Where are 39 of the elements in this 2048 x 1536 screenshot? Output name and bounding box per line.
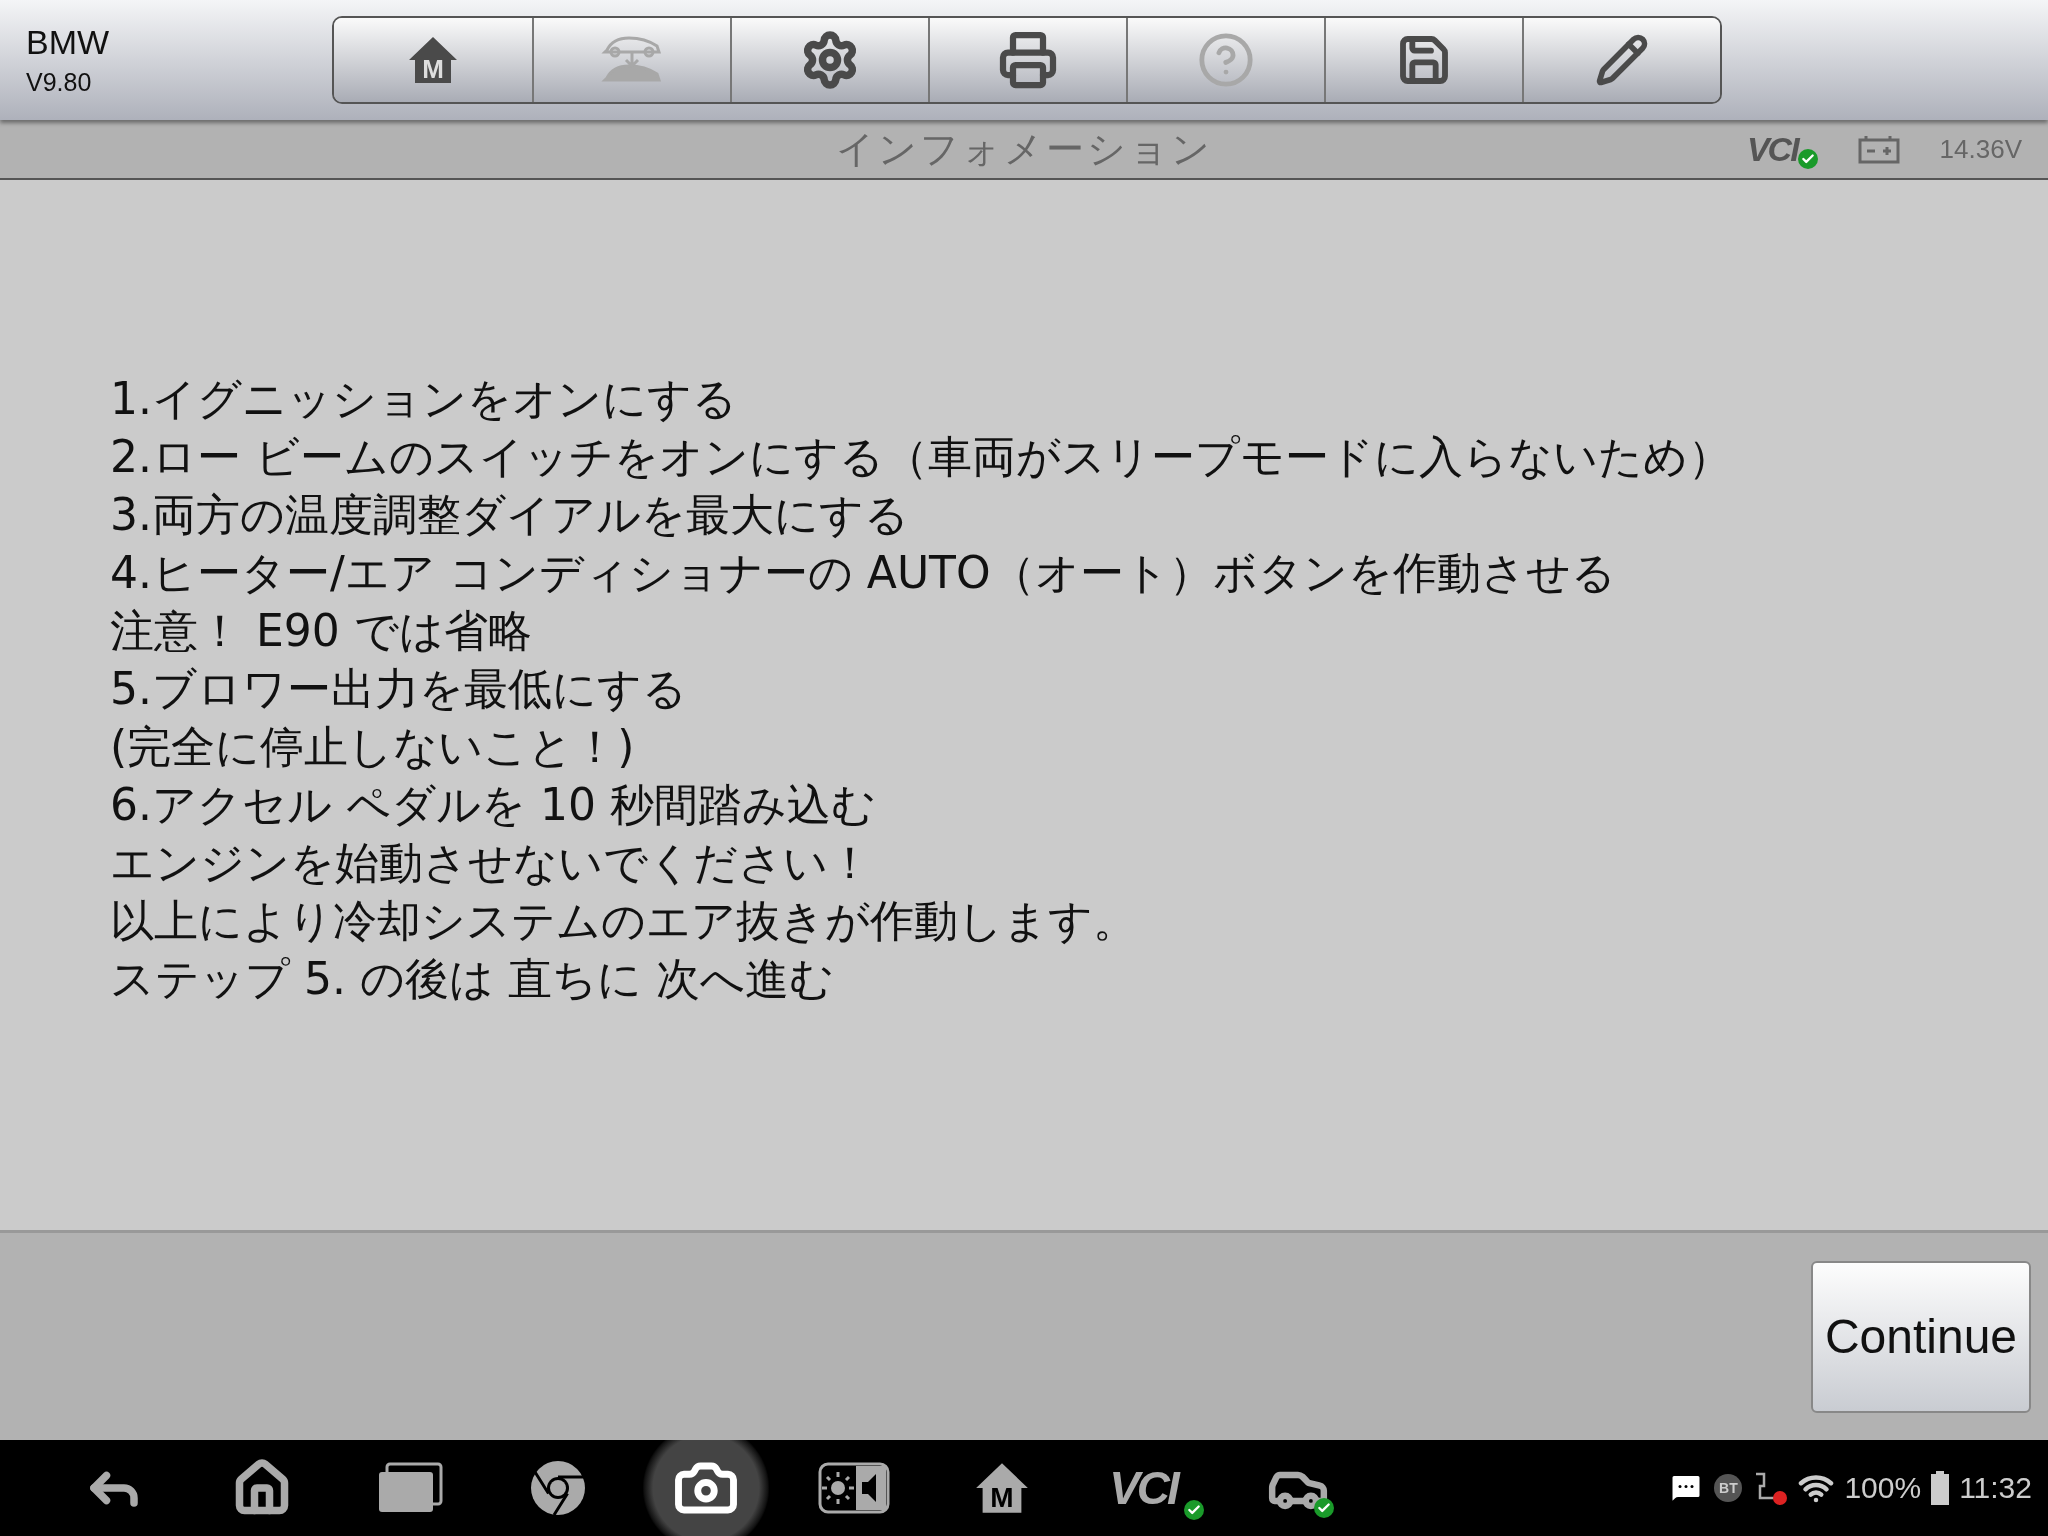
page-title: インフォメーション: [835, 126, 1213, 172]
instruction-line: ステップ 5. の後は 直ちに 次へ進む: [110, 952, 835, 1006]
nav-button[interactable]: VCI: [1076, 1440, 1224, 1536]
toolbar-button[interactable]: [730, 18, 928, 102]
bluetooth-badge: BT: [1714, 1474, 1743, 1502]
home-icon: M: [407, 34, 459, 86]
version-label: V9.80: [26, 68, 93, 97]
toolbar-button[interactable]: [1522, 18, 1720, 102]
instruction-line: 5.ブロワー出力を最低にする: [110, 662, 688, 716]
battery-percent: 100%: [1844, 1471, 1922, 1505]
instruction-line: 2.ロー ビームのスイッチをオンにする（車両がスリープモードに入らないため）: [110, 430, 1733, 484]
recent-apps-icon: [377, 1462, 443, 1514]
toolbar-button[interactable]: M: [334, 18, 532, 102]
check-icon: [1184, 1500, 1204, 1520]
printer-icon: [998, 30, 1058, 90]
instruction-line: 6.アクセル ペダルを 10 秒間踏み込む: [110, 778, 877, 832]
nav-button[interactable]: M: [928, 1440, 1076, 1536]
voltage-reading: 14.36V: [1939, 133, 2022, 165]
toolbar-button[interactable]: [928, 18, 1126, 102]
continue-button[interactable]: Continue: [1811, 1260, 2031, 1413]
help-icon: [1197, 31, 1255, 89]
pencil-icon: [1595, 33, 1649, 87]
app-title: BMW: [26, 23, 111, 62]
brightness-volume-icon: [818, 1462, 890, 1514]
instruction-line: (完全に停止しないこと！): [110, 720, 636, 774]
instruction-line: 4.ヒーター/エア コンディショナーの AUTO（オート）ボタンを作動させる: [110, 546, 1617, 600]
browser-icon: [529, 1459, 587, 1517]
vci-logo: VCI: [1746, 129, 1798, 169]
instruction-line: 1.イグニッションをオンにする: [110, 372, 738, 426]
battery-icon: [1931, 1471, 1950, 1505]
check-icon: [1314, 1498, 1334, 1518]
instruction-line: 3.両方の温度調整ダイアルを最大にする: [110, 488, 910, 542]
instruction-line: 注意！ E90 では省略: [110, 604, 533, 658]
vci-logo: VCI: [1109, 1461, 1177, 1515]
toolbar-button[interactable]: [1324, 18, 1522, 102]
instruction-line: エンジンを始動させないでください！: [110, 836, 873, 890]
clock: 11:32: [1959, 1471, 2032, 1505]
instruction-line: 以上により冷却システムのエア抜きが作動します。: [110, 894, 1138, 948]
battery-icon: [1857, 134, 1900, 164]
